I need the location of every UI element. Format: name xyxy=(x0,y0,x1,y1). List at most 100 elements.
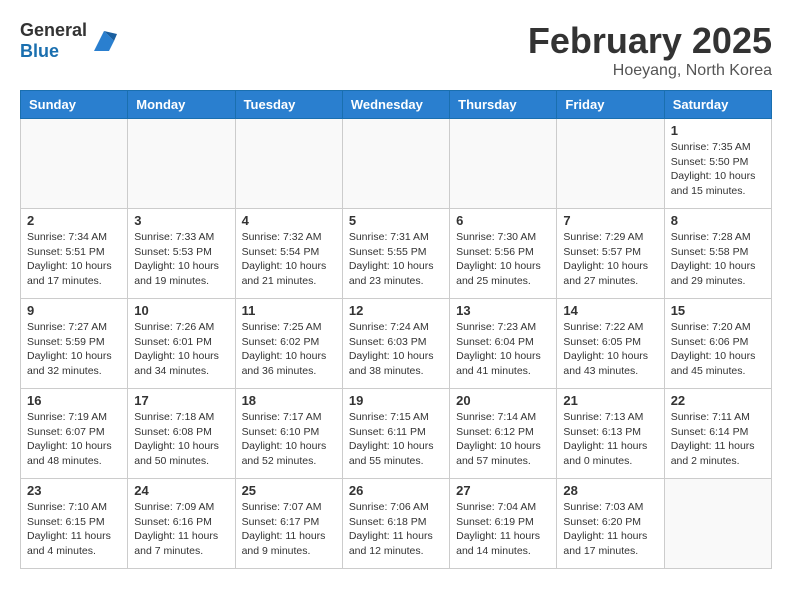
day-info: Sunrise: 7:23 AMSunset: 6:04 PMDaylight:… xyxy=(456,320,550,379)
calendar-week-row: 16 Sunrise: 7:19 AMSunset: 6:07 PMDayligh… xyxy=(21,389,772,479)
calendar-day-cell: 19 Sunrise: 7:15 AMSunset: 6:11 PMDayligh… xyxy=(342,389,449,479)
calendar-day-cell: 11 Sunrise: 7:25 AMSunset: 6:02 PMDayligh… xyxy=(235,299,342,389)
day-number: 4 xyxy=(242,213,336,228)
calendar-table: SundayMondayTuesdayWednesdayThursdayFrid… xyxy=(20,90,772,569)
calendar-day-cell: 15 Sunrise: 7:20 AMSunset: 6:06 PMDayligh… xyxy=(664,299,771,389)
day-info: Sunrise: 7:25 AMSunset: 6:02 PMDaylight:… xyxy=(242,320,336,379)
day-info: Sunrise: 7:13 AMSunset: 6:13 PMDaylight:… xyxy=(563,410,657,469)
day-info: Sunrise: 7:33 AMSunset: 5:53 PMDaylight:… xyxy=(134,230,228,289)
calendar-day-cell: 20Sunrise: 7:14 AMSunset: 6:12 PMDayligh… xyxy=(450,389,557,479)
day-number: 22 xyxy=(671,393,765,408)
calendar-day-cell: 4 Sunrise: 7:32 AMSunset: 5:54 PMDaylight… xyxy=(235,209,342,299)
calendar-day-cell: 2 Sunrise: 7:34 AMSunset: 5:51 PMDaylight… xyxy=(21,209,128,299)
calendar-week-row: 2 Sunrise: 7:34 AMSunset: 5:51 PMDaylight… xyxy=(21,209,772,299)
calendar-day-cell: 16 Sunrise: 7:19 AMSunset: 6:07 PMDayligh… xyxy=(21,389,128,479)
logo: General Blue xyxy=(20,20,119,62)
day-info: Sunrise: 7:32 AMSunset: 5:54 PMDaylight:… xyxy=(242,230,336,289)
day-number: 3 xyxy=(134,213,228,228)
calendar-week-row: 23Sunrise: 7:10 AMSunset: 6:15 PMDayligh… xyxy=(21,479,772,569)
calendar-week-row: 1 Sunrise: 7:35 AMSunset: 5:50 PMDaylight… xyxy=(21,119,772,209)
day-info: Sunrise: 7:18 AMSunset: 6:08 PMDaylight:… xyxy=(134,410,228,469)
calendar-day-cell: 21 Sunrise: 7:13 AMSunset: 6:13 PMDayligh… xyxy=(557,389,664,479)
day-info: Sunrise: 7:11 AMSunset: 6:14 PMDaylight:… xyxy=(671,410,765,469)
calendar-day-cell xyxy=(128,119,235,209)
calendar-day-cell: 17 Sunrise: 7:18 AMSunset: 6:08 PMDayligh… xyxy=(128,389,235,479)
calendar-day-cell xyxy=(21,119,128,209)
day-info: Sunrise: 7:19 AMSunset: 6:07 PMDaylight:… xyxy=(27,410,121,469)
day-number: 8 xyxy=(671,213,765,228)
calendar-day-cell: 8 Sunrise: 7:28 AMSunset: 5:58 PMDaylight… xyxy=(664,209,771,299)
month-title: February 2025 xyxy=(528,20,772,62)
calendar-day-cell: 28Sunrise: 7:03 AMSunset: 6:20 PMDayligh… xyxy=(557,479,664,569)
day-info: Sunrise: 7:26 AMSunset: 6:01 PMDaylight:… xyxy=(134,320,228,379)
day-number: 7 xyxy=(563,213,657,228)
day-number: 25 xyxy=(242,483,336,498)
day-info: Sunrise: 7:28 AMSunset: 5:58 PMDaylight:… xyxy=(671,230,765,289)
calendar-day-cell xyxy=(450,119,557,209)
calendar-day-cell: 27 Sunrise: 7:04 AMSunset: 6:19 PMDayligh… xyxy=(450,479,557,569)
day-info: Sunrise: 7:17 AMSunset: 6:10 PMDaylight:… xyxy=(242,410,336,469)
day-info: Sunrise: 7:09 AMSunset: 6:16 PMDaylight:… xyxy=(134,500,228,559)
day-info: Sunrise: 7:30 AMSunset: 5:56 PMDaylight:… xyxy=(456,230,550,289)
title-block: February 2025 Hoeyang, North Korea xyxy=(528,20,772,80)
day-info: Sunrise: 7:10 AMSunset: 6:15 PMDaylight:… xyxy=(27,500,121,559)
calendar-day-cell xyxy=(664,479,771,569)
weekday-header: Saturday xyxy=(664,91,771,119)
day-number: 20 xyxy=(456,393,550,408)
day-info: Sunrise: 7:27 AMSunset: 5:59 PMDaylight:… xyxy=(27,320,121,379)
calendar-day-cell: 13 Sunrise: 7:23 AMSunset: 6:04 PMDayligh… xyxy=(450,299,557,389)
calendar-week-row: 9 Sunrise: 7:27 AMSunset: 5:59 PMDaylight… xyxy=(21,299,772,389)
day-number: 21 xyxy=(563,393,657,408)
calendar-day-cell: 7Sunrise: 7:29 AMSunset: 5:57 PMDaylight… xyxy=(557,209,664,299)
day-number: 9 xyxy=(27,303,121,318)
weekday-header: Thursday xyxy=(450,91,557,119)
day-info: Sunrise: 7:04 AMSunset: 6:19 PMDaylight:… xyxy=(456,500,550,559)
calendar-day-cell: 1 Sunrise: 7:35 AMSunset: 5:50 PMDaylight… xyxy=(664,119,771,209)
weekday-header: Friday xyxy=(557,91,664,119)
day-number: 24 xyxy=(134,483,228,498)
calendar-day-cell: 6 Sunrise: 7:30 AMSunset: 5:56 PMDaylight… xyxy=(450,209,557,299)
location-subtitle: Hoeyang, North Korea xyxy=(528,62,772,80)
calendar-day-cell: 23Sunrise: 7:10 AMSunset: 6:15 PMDayligh… xyxy=(21,479,128,569)
day-info: Sunrise: 7:35 AMSunset: 5:50 PMDaylight:… xyxy=(671,140,765,199)
calendar-day-cell: 26Sunrise: 7:06 AMSunset: 6:18 PMDayligh… xyxy=(342,479,449,569)
day-info: Sunrise: 7:15 AMSunset: 6:11 PMDaylight:… xyxy=(349,410,443,469)
day-info: Sunrise: 7:20 AMSunset: 6:06 PMDaylight:… xyxy=(671,320,765,379)
day-number: 16 xyxy=(27,393,121,408)
day-info: Sunrise: 7:34 AMSunset: 5:51 PMDaylight:… xyxy=(27,230,121,289)
day-number: 12 xyxy=(349,303,443,318)
day-number: 11 xyxy=(242,303,336,318)
day-number: 6 xyxy=(456,213,550,228)
day-number: 2 xyxy=(27,213,121,228)
calendar-day-cell: 18 Sunrise: 7:17 AMSunset: 6:10 PMDayligh… xyxy=(235,389,342,479)
calendar-day-cell xyxy=(235,119,342,209)
day-number: 5 xyxy=(349,213,443,228)
calendar-day-cell: 24 Sunrise: 7:09 AMSunset: 6:16 PMDayligh… xyxy=(128,479,235,569)
day-number: 19 xyxy=(349,393,443,408)
weekday-header: Tuesday xyxy=(235,91,342,119)
weekday-header: Monday xyxy=(128,91,235,119)
calendar-day-cell: 22 Sunrise: 7:11 AMSunset: 6:14 PMDayligh… xyxy=(664,389,771,479)
day-info: Sunrise: 7:31 AMSunset: 5:55 PMDaylight:… xyxy=(349,230,443,289)
day-info: Sunrise: 7:24 AMSunset: 6:03 PMDaylight:… xyxy=(349,320,443,379)
calendar-day-cell: 5 Sunrise: 7:31 AMSunset: 5:55 PMDaylight… xyxy=(342,209,449,299)
calendar-day-cell xyxy=(342,119,449,209)
day-number: 18 xyxy=(242,393,336,408)
calendar-day-cell xyxy=(557,119,664,209)
logo-icon xyxy=(89,26,119,56)
day-number: 15 xyxy=(671,303,765,318)
day-number: 14 xyxy=(563,303,657,318)
day-number: 26 xyxy=(349,483,443,498)
logo-blue: Blue xyxy=(20,41,59,61)
calendar-day-cell: 10 Sunrise: 7:26 AMSunset: 6:01 PMDayligh… xyxy=(128,299,235,389)
day-number: 27 xyxy=(456,483,550,498)
page-header: General Blue February 2025 Hoeyang, Nort… xyxy=(20,20,772,80)
day-info: Sunrise: 7:03 AMSunset: 6:20 PMDaylight:… xyxy=(563,500,657,559)
calendar-day-cell: 12 Sunrise: 7:24 AMSunset: 6:03 PMDayligh… xyxy=(342,299,449,389)
day-number: 1 xyxy=(671,123,765,138)
day-number: 13 xyxy=(456,303,550,318)
day-number: 17 xyxy=(134,393,228,408)
calendar-day-cell: 14Sunrise: 7:22 AMSunset: 6:05 PMDayligh… xyxy=(557,299,664,389)
logo-general: General xyxy=(20,20,87,40)
day-number: 10 xyxy=(134,303,228,318)
